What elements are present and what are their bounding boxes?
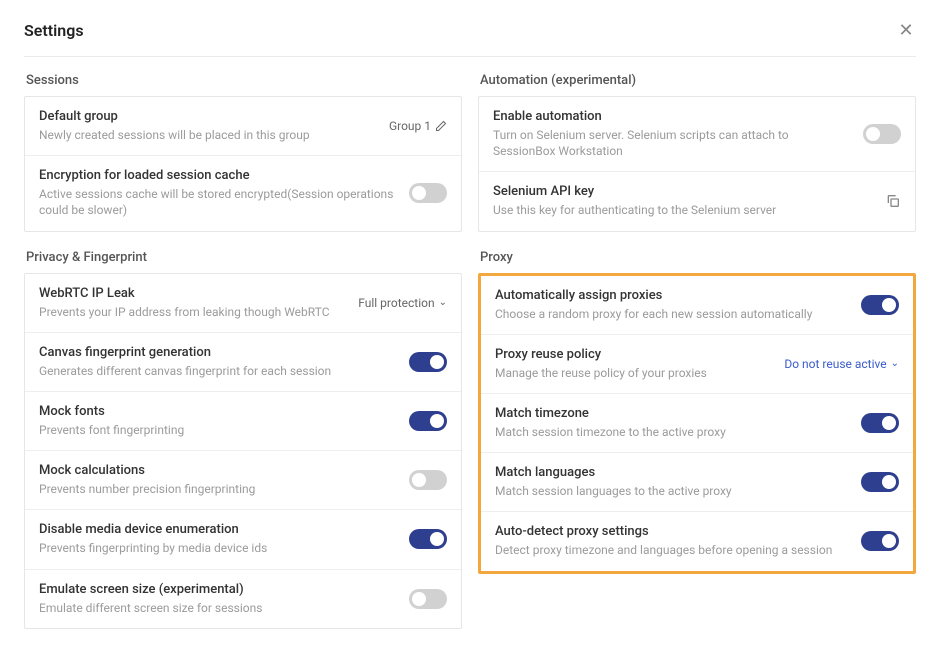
row-media-enum: Disable media device enumeration Prevent… <box>25 510 461 569</box>
default-group-label: Default group <box>39 109 379 124</box>
dialog-header: Settings ✕ <box>24 20 916 57</box>
reuse-policy-desc: Manage the reuse policy of your proxies <box>495 365 774 381</box>
auto-detect-label: Auto-detect proxy settings <box>495 524 851 539</box>
auto-detect-toggle[interactable] <box>861 531 899 551</box>
canvas-toggle[interactable] <box>409 352 447 372</box>
default-group-desc: Newly created sessions will be placed in… <box>39 127 379 143</box>
default-group-value[interactable]: Group 1 <box>389 119 447 133</box>
close-button[interactable]: ✕ <box>896 20 916 40</box>
row-auto-detect: Auto-detect proxy settings Detect proxy … <box>481 512 913 570</box>
row-encryption: Encryption for loaded session cache Acti… <box>25 156 461 230</box>
screen-size-label: Emulate screen size (experimental) <box>39 582 399 597</box>
row-reuse-policy: Proxy reuse policy Manage the reuse poli… <box>481 335 913 394</box>
mock-calc-label: Mock calculations <box>39 463 399 478</box>
auto-assign-toggle[interactable] <box>861 295 899 315</box>
canvas-desc: Generates different canvas fingerprint f… <box>39 363 399 379</box>
enable-automation-label: Enable automation <box>493 109 853 124</box>
section-title-privacy: Privacy & Fingerprint <box>24 250 462 265</box>
screen-size-desc: Emulate different screen size for sessio… <box>39 600 399 616</box>
row-screen-size: Emulate screen size (experimental) Emula… <box>25 570 461 628</box>
match-lang-label: Match languages <box>495 465 851 480</box>
row-match-lang: Match languages Match session languages … <box>481 453 913 512</box>
row-enable-automation: Enable automation Turn on Selenium serve… <box>479 97 915 172</box>
chevron-down-icon: ⌄ <box>439 297 447 308</box>
chevron-down-icon: ⌄ <box>891 358 899 369</box>
match-tz-desc: Match session timezone to the active pro… <box>495 424 851 440</box>
api-key-desc: Use this key for authenticating to the S… <box>493 202 875 218</box>
auto-detect-desc: Detect proxy timezone and languages befo… <box>495 542 851 558</box>
api-key-label: Selenium API key <box>493 184 875 199</box>
edit-icon <box>435 120 447 132</box>
encryption-toggle[interactable] <box>409 183 447 203</box>
encryption-label: Encryption for loaded session cache <box>39 168 399 183</box>
mock-calc-desc: Prevents number precision fingerprinting <box>39 481 399 497</box>
media-enum-toggle[interactable] <box>409 529 447 549</box>
webrtc-dropdown[interactable]: Full protection ⌄ <box>358 296 447 310</box>
section-sessions: Sessions Default group Newly created ses… <box>24 73 462 232</box>
match-tz-toggle[interactable] <box>861 413 899 433</box>
section-automation: Automation (experimental) Enable automat… <box>478 73 916 232</box>
section-privacy: Privacy & Fingerprint WebRTC IP Leak Pre… <box>24 250 462 629</box>
match-lang-desc: Match session languages to the active pr… <box>495 483 851 499</box>
enable-automation-desc: Turn on Selenium server. Selenium script… <box>493 127 853 159</box>
close-icon: ✕ <box>898 20 913 41</box>
row-mock-fonts: Mock fonts Prevents font fingerprinting <box>25 392 461 451</box>
section-title-proxy: Proxy <box>478 250 916 265</box>
encryption-desc: Active sessions cache will be stored enc… <box>39 186 399 218</box>
section-title-automation: Automation (experimental) <box>478 73 916 88</box>
row-default-group: Default group Newly created sessions wil… <box>25 97 461 156</box>
row-auto-assign: Automatically assign proxies Choose a ra… <box>481 276 913 335</box>
section-proxy: Proxy Automatically assign proxies Choos… <box>478 250 916 574</box>
match-tz-label: Match timezone <box>495 406 851 421</box>
mock-calc-toggle[interactable] <box>409 470 447 490</box>
row-mock-calc: Mock calculations Prevents number precis… <box>25 451 461 510</box>
mock-fonts-label: Mock fonts <box>39 404 399 419</box>
webrtc-desc: Prevents your IP address from leaking th… <box>39 304 348 320</box>
page-title: Settings <box>24 21 84 40</box>
screen-size-toggle[interactable] <box>409 589 447 609</box>
mock-fonts-desc: Prevents font fingerprinting <box>39 422 399 438</box>
row-api-key: Selenium API key Use this key for authen… <box>479 172 915 230</box>
section-title-sessions: Sessions <box>24 73 462 88</box>
webrtc-label: WebRTC IP Leak <box>39 286 348 301</box>
enable-automation-toggle[interactable] <box>863 124 901 144</box>
row-match-tz: Match timezone Match session timezone to… <box>481 394 913 453</box>
match-lang-toggle[interactable] <box>861 472 899 492</box>
row-webrtc: WebRTC IP Leak Prevents your IP address … <box>25 274 461 333</box>
mock-fonts-toggle[interactable] <box>409 411 447 431</box>
copy-icon[interactable] <box>885 193 901 209</box>
reuse-policy-label: Proxy reuse policy <box>495 347 774 362</box>
media-enum-desc: Prevents fingerprinting by media device … <box>39 540 399 556</box>
row-canvas: Canvas fingerprint generation Generates … <box>25 333 461 392</box>
canvas-label: Canvas fingerprint generation <box>39 345 399 360</box>
auto-assign-desc: Choose a random proxy for each new sessi… <box>495 306 851 322</box>
media-enum-label: Disable media device enumeration <box>39 522 399 537</box>
reuse-policy-dropdown[interactable]: Do not reuse active ⌄ <box>784 357 899 371</box>
auto-assign-label: Automatically assign proxies <box>495 288 851 303</box>
